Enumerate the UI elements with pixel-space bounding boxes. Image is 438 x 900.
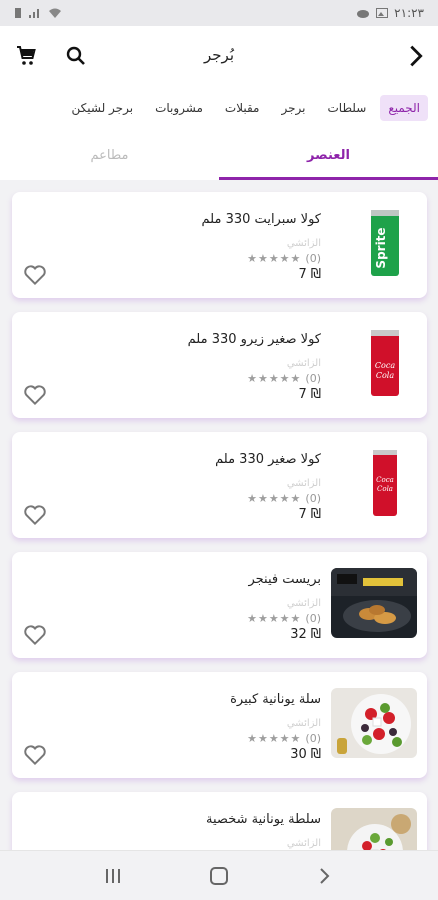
signal-icon xyxy=(29,9,39,18)
coca-cola-can-image: Coca Cola xyxy=(355,328,415,398)
product-card[interactable]: Coca Cola كولا صغير زيرو 330 ملم الزائشي… xyxy=(12,312,427,418)
product-name: كولا سبرايت 330 ملم xyxy=(201,212,321,227)
currency-symbol: ₪ xyxy=(310,267,321,282)
product-name: سلطة يونانية شخصية xyxy=(206,812,321,827)
top-app-bar: بُرجر xyxy=(0,26,438,86)
product-price: 7 ₪ xyxy=(299,507,321,522)
product-card[interactable]: سلة يونانية كبيرة الزائشي ★★★★★ (0) 30 ₪ xyxy=(12,672,427,778)
coca-cola-slim-can-image: Coca Cola xyxy=(355,448,415,518)
product-card[interactable]: Coca Cola كولا صغير 330 ملم الزائشي ★★★★… xyxy=(12,432,427,538)
product-name: سلة يونانية كبيرة xyxy=(230,692,321,707)
tab-bar: العنصر مطاعم xyxy=(0,130,438,180)
recents-icon xyxy=(106,868,120,883)
currency-symbol: ₪ xyxy=(310,387,321,402)
star-icons: ★★★★★ xyxy=(247,372,302,385)
product-price: 30 ₪ xyxy=(290,747,321,762)
review-count: (0) xyxy=(305,732,321,745)
rating: ★★★★★ (0) xyxy=(247,732,321,745)
star-icons: ★★★★★ xyxy=(247,732,302,745)
price-value: 7 xyxy=(298,267,307,282)
category-all[interactable]: الجميع xyxy=(380,95,428,121)
home-icon xyxy=(210,866,228,885)
product-price: 32 ₪ xyxy=(290,627,321,642)
heart-icon[interactable] xyxy=(22,742,48,768)
status-left-icons xyxy=(14,7,62,19)
status-bar: ٢١:٢٣ xyxy=(0,0,438,26)
recents-button[interactable] xyxy=(98,861,128,891)
store-name: الزائشي xyxy=(286,238,321,249)
heart-icon[interactable] xyxy=(22,262,48,288)
category-appetizers[interactable]: مقبلات xyxy=(217,95,268,121)
product-name: بريست فينجر xyxy=(248,572,321,587)
product-price: 7 ₪ xyxy=(299,387,321,402)
breast-fingers-image xyxy=(331,568,417,638)
heart-icon[interactable] xyxy=(22,502,48,528)
currency-symbol: ₪ xyxy=(310,747,321,762)
price-value: 30 xyxy=(290,747,307,762)
status-right-icons: ٢١:٢٣ xyxy=(356,6,424,20)
svg-text:Coca: Coca xyxy=(376,476,394,484)
rating: ★★★★★ (0) xyxy=(247,372,321,385)
sprite-can-image: Sprite xyxy=(355,208,415,278)
back-chevron-icon xyxy=(320,867,330,884)
currency-symbol: ₪ xyxy=(310,507,321,522)
back-button[interactable] xyxy=(310,861,340,891)
price-value: 7 xyxy=(298,507,307,522)
store-name: الزائشي xyxy=(286,478,321,489)
svg-text:Cola: Cola xyxy=(377,485,393,493)
svg-text:Sprite: Sprite xyxy=(374,227,388,268)
svg-text:Cola: Cola xyxy=(376,371,394,380)
product-card[interactable]: Sprite كولا سبرايت 330 ملم الزائشي ★★★★★… xyxy=(12,192,427,298)
heart-icon[interactable] xyxy=(22,622,48,648)
review-count: (0) xyxy=(305,492,321,505)
wifi-icon xyxy=(49,8,61,18)
product-card[interactable]: سلطة يونانية شخصية الزائشي xyxy=(12,792,427,850)
price-value: 32 xyxy=(290,627,307,642)
product-list: Sprite كولا سبرايت 330 ملم الزائشي ★★★★★… xyxy=(0,180,438,850)
price-value: 7 xyxy=(298,387,307,402)
home-button[interactable] xyxy=(204,861,234,891)
category-salads[interactable]: سلطات xyxy=(319,95,374,121)
store-name: الزائشي xyxy=(286,598,321,609)
heart-icon[interactable] xyxy=(22,382,48,408)
rating: ★★★★★ (0) xyxy=(247,612,321,625)
product-name: كولا صغير 330 ملم xyxy=(215,452,321,467)
rating: ★★★★★ (0) xyxy=(247,492,321,505)
gallery-icon xyxy=(376,8,389,18)
product-name: كولا صغير زيرو 330 ملم xyxy=(187,332,321,347)
review-count: (0) xyxy=(305,252,321,265)
star-icons: ★★★★★ xyxy=(247,612,302,625)
store-name: الزائشي xyxy=(286,718,321,729)
greek-salad-small-image xyxy=(331,808,417,850)
tab-restaurants[interactable]: مطاعم xyxy=(0,130,219,180)
star-icons: ★★★★★ xyxy=(247,492,302,505)
product-price: 7 ₪ xyxy=(299,267,321,282)
review-count: (0) xyxy=(305,372,321,385)
svg-text:Coca: Coca xyxy=(375,361,395,370)
status-time: ٢١:٢٣ xyxy=(394,6,424,20)
review-count: (0) xyxy=(305,612,321,625)
star-icons: ★★★★★ xyxy=(247,252,302,265)
greek-salad-image xyxy=(331,688,417,758)
category-burger[interactable]: برجر xyxy=(273,95,313,121)
system-nav-bar xyxy=(0,850,438,900)
chevron-right-icon[interactable] xyxy=(402,42,430,70)
store-name: الزائشي xyxy=(286,838,321,849)
cloud-icon xyxy=(357,10,370,18)
tab-items[interactable]: العنصر xyxy=(219,130,438,180)
battery-icon xyxy=(15,8,21,18)
store-name: الزائشي xyxy=(286,358,321,369)
rating: ★★★★★ (0) xyxy=(247,252,321,265)
product-card[interactable]: بريست فينجر الزائشي ★★★★★ (0) 32 ₪ xyxy=(12,552,427,658)
category-bar: الجميع سلطات برجر مقبلات مشروبات برجر لش… xyxy=(0,86,438,130)
currency-symbol: ₪ xyxy=(310,627,321,642)
category-chicken-burger[interactable]: برجر لشيكن xyxy=(64,95,142,121)
page-title: بُرجر xyxy=(204,46,234,64)
category-drinks[interactable]: مشروبات xyxy=(147,95,211,121)
